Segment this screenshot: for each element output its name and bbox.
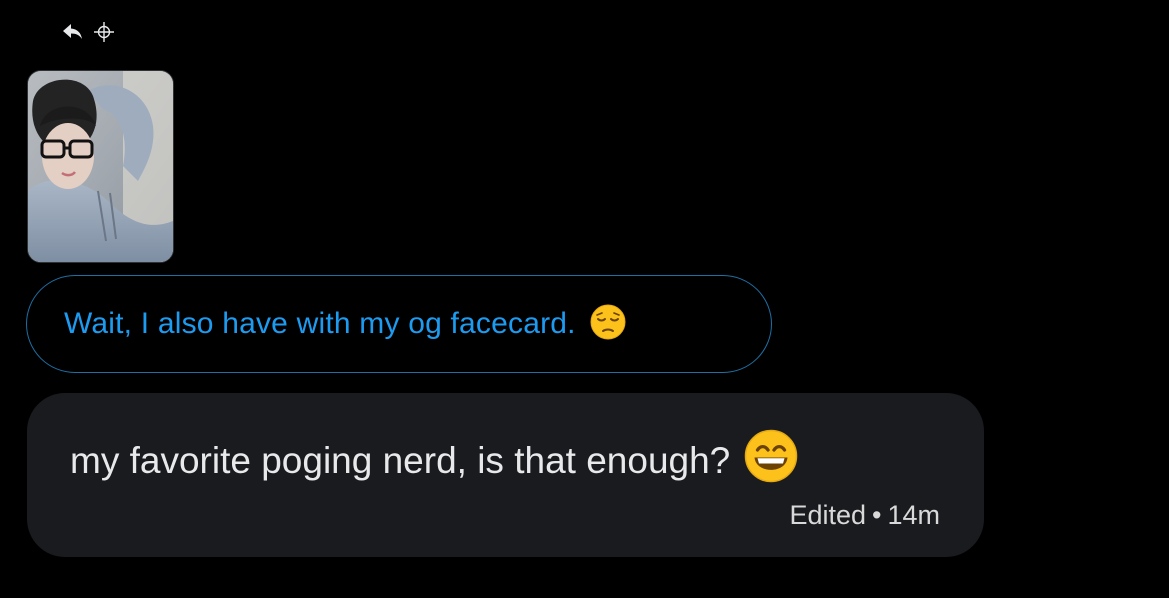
grinning-face-emoji [744, 429, 798, 492]
replied-message-bubble[interactable]: Wait, I also have with my og facecard. [26, 275, 772, 373]
pensive-face-emoji [590, 304, 626, 345]
dm-conversation: Wait, I also have with my og facecard. m… [0, 0, 1169, 598]
crosshair-icon [92, 20, 116, 44]
meta-separator: • [872, 500, 882, 530]
message-text: my favorite poging nerd, is that enough? [70, 439, 731, 481]
photo-attachment-thumbnail[interactable] [27, 70, 174, 263]
photo-image [28, 71, 173, 262]
replied-message-text: Wait, I also have with my og facecard. [64, 307, 576, 340]
message-bubble[interactable]: my favorite poging nerd, is that enough?… [27, 393, 984, 557]
reply-indicator [62, 20, 116, 44]
reply-arrow-icon[interactable] [62, 22, 84, 42]
message-content: my favorite poging nerd, is that enough? [70, 429, 798, 492]
message-meta: Edited • 14m [789, 500, 940, 531]
edited-label[interactable]: Edited [789, 500, 866, 530]
message-timestamp: 14m [887, 500, 940, 530]
